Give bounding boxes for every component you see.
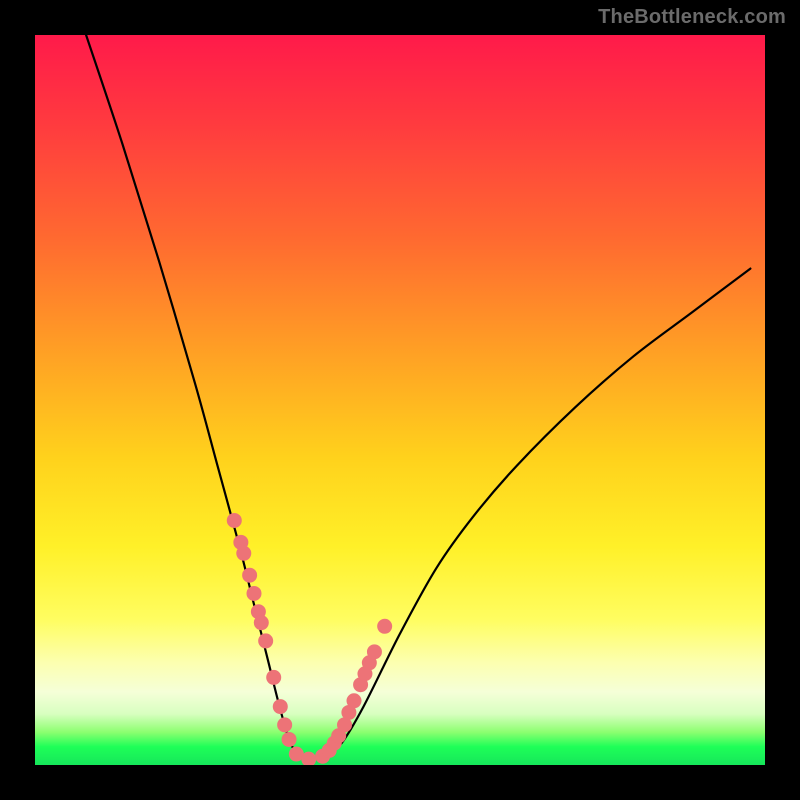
- highlight-dots-group: [227, 513, 392, 765]
- highlight-dot: [277, 717, 292, 732]
- highlight-dot: [247, 586, 262, 601]
- chart-frame: TheBottleneck.com: [0, 0, 800, 800]
- bottleneck-curve-line: [86, 35, 750, 759]
- highlight-dot: [227, 513, 242, 528]
- highlight-dot: [367, 644, 382, 659]
- highlight-dot: [266, 670, 281, 685]
- chart-svg: [35, 35, 765, 765]
- watermark-text: TheBottleneck.com: [598, 6, 786, 29]
- highlight-dot: [377, 619, 392, 634]
- highlight-dot: [282, 732, 297, 747]
- highlight-dot: [242, 568, 257, 583]
- highlight-dot: [254, 615, 269, 630]
- plot-area: [35, 35, 765, 765]
- highlight-dot: [258, 633, 273, 648]
- highlight-dot: [347, 693, 362, 708]
- highlight-dot: [273, 699, 288, 714]
- highlight-dot: [236, 546, 251, 561]
